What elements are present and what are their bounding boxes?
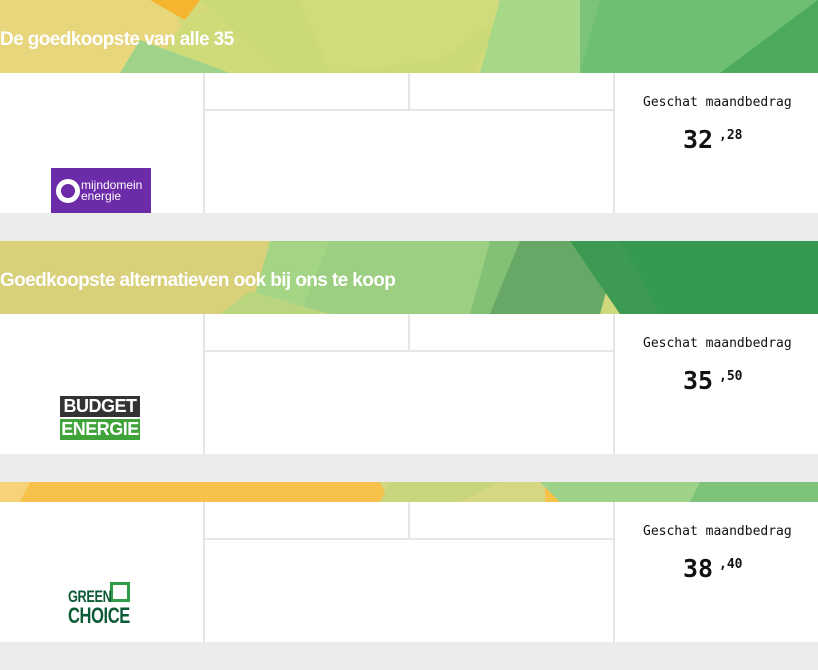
offer-details bbox=[205, 73, 613, 213]
detail-cell bbox=[410, 502, 613, 540]
detail-cell bbox=[410, 314, 613, 352]
section-gap bbox=[0, 454, 818, 482]
logo-text-line2: energie bbox=[81, 189, 122, 203]
offer-details bbox=[205, 502, 613, 642]
logo-text-line2: CHOICE bbox=[68, 603, 130, 628]
logo-square-icon bbox=[110, 582, 130, 602]
price-whole: 38 bbox=[683, 554, 714, 583]
price-cell: Geschat maandbedrag 32 ,28 bbox=[613, 73, 818, 213]
logo-text-line1: BUDGET bbox=[60, 396, 140, 417]
detail-cell bbox=[205, 73, 410, 111]
price-label: Geschat maandbedrag bbox=[643, 336, 792, 351]
mijndomein-energie-logo: mijndomein energie bbox=[51, 168, 151, 213]
section-banner: De goedkoopste van alle 35 bbox=[0, 0, 818, 73]
section-banner bbox=[0, 482, 818, 502]
detail-cell-wide bbox=[205, 111, 613, 213]
section-gap bbox=[0, 642, 818, 670]
provider-logo-cell: BUDGET ENERGIE bbox=[0, 314, 205, 454]
price-label: Geschat maandbedrag bbox=[643, 524, 792, 539]
price-cents: ,50 bbox=[719, 369, 743, 384]
price-cell: Geschat maandbedrag 35 ,50 bbox=[613, 314, 818, 454]
price-label: Geschat maandbedrag bbox=[643, 95, 792, 110]
detail-cell bbox=[205, 502, 410, 540]
result-section-cheapest: De goedkoopste van alle 35 mijndomein en… bbox=[0, 0, 818, 213]
budget-energie-logo: BUDGET ENERGIE bbox=[60, 396, 140, 440]
price-cell: Geschat maandbedrag 38 ,40 bbox=[613, 502, 818, 642]
greenchoice-logo: GREEN CHOICE bbox=[68, 582, 134, 628]
price-cents: ,40 bbox=[719, 557, 743, 572]
section-banner: Goedkoopste alternatieven ook bij ons te… bbox=[0, 241, 818, 314]
result-section-alternatives: Goedkoopste alternatieven ook bij ons te… bbox=[0, 241, 818, 454]
section-gap bbox=[0, 213, 818, 241]
price-whole: 35 bbox=[683, 366, 714, 395]
price-cents: ,28 bbox=[719, 128, 743, 143]
offer-details bbox=[205, 314, 613, 454]
offer-card[interactable]: GREEN CHOICE Geschat maandbedrag 38 ,40 bbox=[0, 502, 818, 642]
offer-card[interactable]: mijndomein energie Geschat maandbedrag 3… bbox=[0, 73, 818, 213]
banner-title: De goedkoopste van alle 35 bbox=[0, 29, 234, 50]
banner-background bbox=[0, 482, 818, 502]
detail-cell bbox=[205, 314, 410, 352]
banner-title: Goedkoopste alternatieven ook bij ons te… bbox=[0, 270, 396, 291]
provider-logo-cell: mijndomein energie bbox=[0, 73, 205, 213]
logo-ring-icon bbox=[56, 179, 80, 203]
result-section-third: GREEN CHOICE Geschat maandbedrag 38 ,40 bbox=[0, 482, 818, 642]
logo-text-line2: ENERGIE bbox=[60, 419, 140, 440]
offer-card[interactable]: BUDGET ENERGIE Geschat maandbedrag 35 ,5… bbox=[0, 314, 818, 454]
detail-cell bbox=[410, 73, 613, 111]
detail-cell-wide bbox=[205, 352, 613, 454]
provider-logo-cell: GREEN CHOICE bbox=[0, 502, 205, 642]
price-whole: 32 bbox=[683, 125, 714, 154]
detail-cell-wide bbox=[205, 540, 613, 642]
